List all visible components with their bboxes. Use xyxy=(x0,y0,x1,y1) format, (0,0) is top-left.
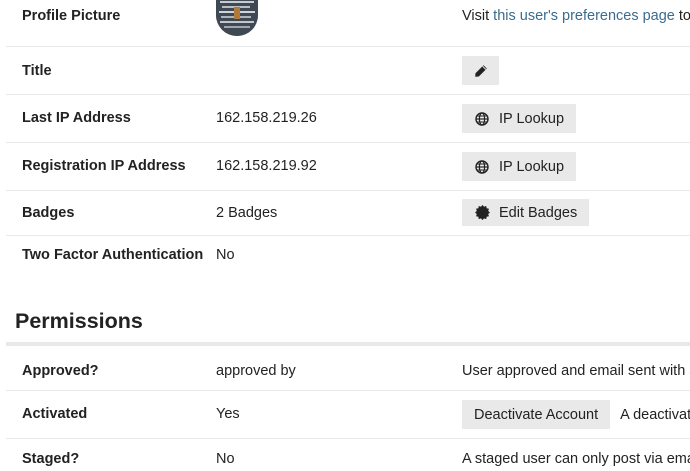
registration-ip-lookup-label: IP Lookup xyxy=(499,158,565,175)
activated-action: Deactivate Account A deactivate xyxy=(462,400,690,429)
avatar[interactable] xyxy=(216,0,258,36)
preferences-hint-prefix: Visit xyxy=(462,8,494,24)
approved-label: Approved? xyxy=(22,363,99,379)
activated-row: Activated Yes Deactivate Account A deact… xyxy=(6,391,690,439)
badges-row: Badges 2 Badges Edit Badges xyxy=(6,191,690,236)
preferences-hint-suffix: to c xyxy=(678,8,690,24)
two-factor-row: Two Factor Authentication No xyxy=(6,236,690,276)
approved-row: Approved? approved by User approved and … xyxy=(6,347,690,391)
preferences-page-link[interactable]: this user's preferences page xyxy=(493,8,675,24)
title-action xyxy=(462,56,499,85)
last-ip-label: Last IP Address xyxy=(22,110,131,126)
staged-note: A staged user can only post via emai xyxy=(462,451,690,467)
registration-ip-row: Registration IP Address 162.158.219.92 I… xyxy=(6,143,690,191)
badges-label: Badges xyxy=(22,205,75,221)
two-factor-label: Two Factor Authentication xyxy=(22,247,204,263)
preferences-hint: Visit this user's preferences page to c xyxy=(462,8,690,24)
registration-ip-label: Registration IP Address xyxy=(22,158,186,174)
edit-badges-label: Edit Badges xyxy=(499,204,578,221)
badges-value: 2 Badges xyxy=(216,205,278,221)
deactivate-account-button[interactable]: Deactivate Account xyxy=(462,400,611,429)
activated-note: A deactivate xyxy=(620,406,690,423)
title-row: Title xyxy=(6,47,690,95)
globe-icon xyxy=(474,159,490,175)
last-ip-lookup-button[interactable]: IP Lookup xyxy=(462,104,577,133)
certificate-icon xyxy=(474,205,490,221)
permissions-heading: Permissions xyxy=(15,309,143,333)
registration-ip-lookup-button[interactable]: IP Lookup xyxy=(462,152,577,181)
staged-label: Staged? xyxy=(22,451,80,467)
globe-icon xyxy=(474,111,490,127)
registration-ip-action: IP Lookup xyxy=(462,152,577,181)
activated-label: Activated xyxy=(22,406,88,422)
staged-value: No xyxy=(216,451,235,467)
two-factor-value: No xyxy=(216,247,235,263)
edit-title-button[interactable] xyxy=(462,56,499,85)
admin-user-page: Profile Picture Visit this user's prefer… xyxy=(0,0,690,471)
last-ip-action: IP Lookup xyxy=(462,104,577,133)
title-label: Title xyxy=(22,63,52,79)
profile-picture-label: Profile Picture xyxy=(22,8,121,24)
permissions-divider xyxy=(6,342,690,346)
last-ip-row: Last IP Address 162.158.219.26 IP Lookup xyxy=(6,95,690,143)
avatar-image xyxy=(216,0,258,36)
edit-badges-button[interactable]: Edit Badges xyxy=(462,199,590,226)
badges-action: Edit Badges xyxy=(462,199,590,226)
activated-value: Yes xyxy=(216,406,240,422)
approved-note: User approved and email sent with a xyxy=(462,363,690,379)
staged-row: Staged? No A staged user can only post v… xyxy=(6,439,690,471)
registration-ip-value: 162.158.219.92 xyxy=(216,158,317,174)
last-ip-lookup-label: IP Lookup xyxy=(499,110,565,127)
profile-picture-row: Profile Picture Visit this user's prefer… xyxy=(6,0,690,47)
last-ip-value: 162.158.219.26 xyxy=(216,110,317,126)
approved-value: approved by xyxy=(216,363,296,379)
pencil-icon xyxy=(474,64,487,77)
